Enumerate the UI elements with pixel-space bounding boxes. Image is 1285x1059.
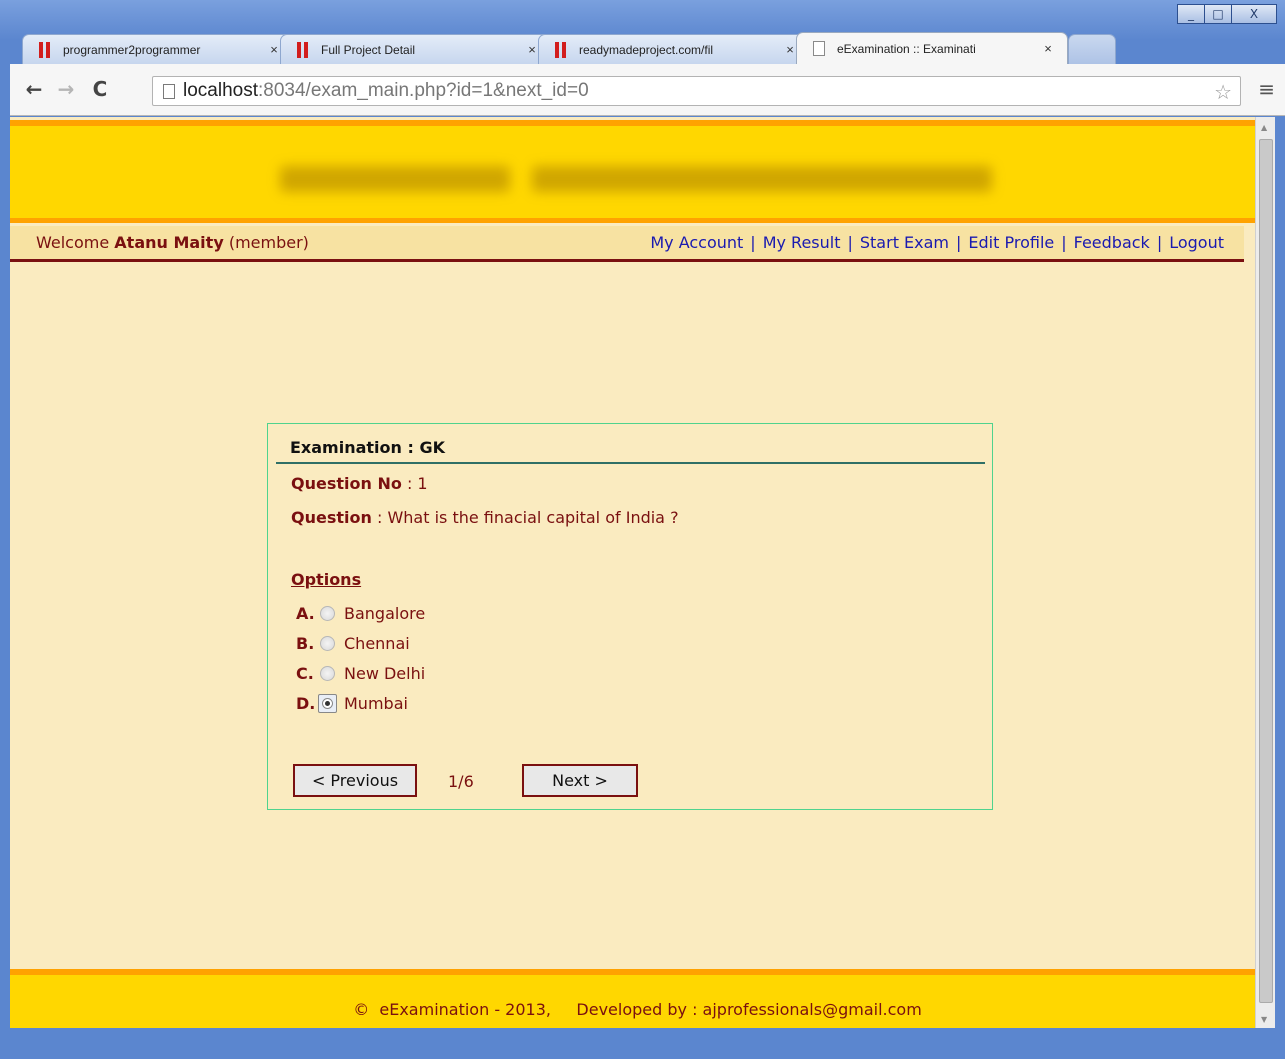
option-d[interactable]: D. Mumbai: [296, 692, 408, 714]
option-letter: A.: [296, 603, 315, 623]
option-text: Mumbai: [344, 693, 408, 713]
question: Question : What is the finacial capital …: [291, 508, 679, 527]
option-text: Chennai: [344, 633, 410, 653]
nav-link-my-account[interactable]: My Account: [650, 233, 743, 252]
exam-title: Examination : GK: [290, 438, 445, 457]
question-number: Question No : 1: [291, 474, 428, 493]
minimize-button[interactable]: _: [1177, 4, 1205, 24]
user-name: Atanu Maity: [114, 233, 224, 252]
option-radio[interactable]: [320, 635, 335, 651]
exam-panel: Examination : GK Question No : 1 Questio…: [267, 423, 993, 810]
option-radio[interactable]: [320, 665, 335, 681]
nav-link-edit-profile[interactable]: Edit Profile: [968, 233, 1054, 252]
user-role: (member): [228, 233, 309, 252]
nav-separator: |: [750, 233, 756, 252]
member-navbar: Welcome Atanu Maity (member) My Account …: [10, 226, 1244, 262]
question-no-value: : 1: [406, 474, 428, 493]
browser-window: _ □ X programmer2programmer × Full Proje…: [0, 0, 1285, 1059]
option-b[interactable]: B. Chennai: [296, 632, 410, 654]
option-a[interactable]: A. Bangalore: [296, 602, 425, 624]
red-bars-icon: [297, 41, 313, 58]
close-tab-icon[interactable]: ×: [525, 42, 539, 57]
scrollbar-thumb[interactable]: [1259, 139, 1273, 1003]
new-tab-button[interactable]: [1068, 34, 1116, 64]
window-frame-bottom: [10, 1028, 1275, 1059]
menu-icon[interactable]: ≡: [1258, 77, 1275, 101]
red-bars-icon: [555, 41, 571, 58]
tab-readymadeproject[interactable]: readymadeproject.com/fil ×: [538, 34, 810, 64]
question-counter: 1/6: [448, 772, 474, 791]
close-tab-icon[interactable]: ×: [783, 42, 797, 57]
bookmark-star-icon[interactable]: ☆: [1214, 80, 1232, 104]
tab-title: eExamination :: Examinati: [837, 41, 976, 56]
tab-eexamination[interactable]: eExamination :: Examinati ×: [796, 32, 1068, 64]
nav-separator: |: [847, 233, 853, 252]
welcome-prefix: Welcome: [36, 233, 110, 252]
option-text: New Delhi: [344, 663, 426, 683]
reload-icon[interactable]: C: [88, 76, 112, 102]
option-text: Bangalore: [344, 603, 426, 623]
red-bars-icon: [39, 41, 55, 58]
option-letter: C.: [296, 663, 314, 683]
option-letter: D.: [296, 693, 316, 713]
nav-separator: |: [1061, 233, 1067, 252]
back-arrow-icon[interactable]: ←: [22, 76, 46, 102]
browser-toolbar: ← → C localhost:8034/exam_main.php?id=1&…: [10, 64, 1285, 116]
question-label: Question: [291, 508, 372, 527]
tab-strip: programmer2programmer × Full Project Det…: [22, 32, 1116, 64]
page-viewport: Welcome Atanu Maity (member) My Account …: [10, 117, 1265, 1028]
address-bar[interactable]: localhost:8034/exam_main.php?id=1&next_i…: [152, 76, 1241, 106]
page-icon: [163, 83, 175, 99]
close-tab-icon[interactable]: ×: [1041, 41, 1055, 56]
divider: [276, 462, 985, 464]
footer-text: © eExamination - 2013, Developed by : aj…: [353, 1000, 922, 1019]
tab-programmer2programmer[interactable]: programmer2programmer ×: [22, 34, 294, 64]
scroll-down-icon[interactable]: ▼: [1261, 1015, 1267, 1024]
nav-links: My Account | My Result | Start Exam | Ed…: [650, 233, 1224, 252]
vertical-scrollbar[interactable]: ▲ ▼: [1255, 117, 1275, 1028]
welcome-text: Welcome Atanu Maity (member): [36, 233, 309, 252]
site-footer: © eExamination - 2013, Developed by : aj…: [10, 969, 1265, 1028]
option-radio-selected[interactable]: [318, 693, 337, 713]
option-c[interactable]: C. New Delhi: [296, 662, 425, 684]
previous-button[interactable]: < Previous: [293, 764, 417, 797]
nav-link-feedback[interactable]: Feedback: [1074, 233, 1150, 252]
option-letter: B.: [296, 633, 315, 653]
nav-link-my-result[interactable]: My Result: [763, 233, 841, 252]
next-button[interactable]: Next >: [522, 764, 638, 797]
tab-title: programmer2programmer: [63, 42, 201, 57]
options-heading: Options: [291, 570, 362, 589]
url-text: localhost:8034/exam_main.php?id=1&next_i…: [183, 80, 589, 102]
page-icon: [813, 40, 829, 57]
maximize-button[interactable]: □: [1204, 4, 1232, 24]
blurred-logo: [280, 160, 1000, 198]
question-no-label: Question No: [291, 474, 402, 493]
tab-title: Full Project Detail: [321, 42, 416, 57]
close-window-button[interactable]: X: [1231, 4, 1277, 24]
question-text: : What is the finacial capital of India …: [376, 508, 679, 527]
window-controls: _ □ X: [1177, 4, 1277, 24]
url-host: localhost: [183, 80, 258, 101]
scroll-up-icon[interactable]: ▲: [1261, 123, 1267, 132]
option-radio[interactable]: [320, 605, 335, 621]
tab-title: readymadeproject.com/fil: [579, 42, 714, 57]
tab-full-project-detail[interactable]: Full Project Detail ×: [280, 34, 552, 64]
url-path: :8034/exam_main.php?id=1&next_id=0: [258, 80, 589, 101]
nav-link-start-exam[interactable]: Start Exam: [860, 233, 949, 252]
nav-separator: |: [956, 233, 962, 252]
nav-separator: |: [1156, 233, 1163, 252]
nav-link-logout[interactable]: Logout: [1169, 233, 1224, 252]
close-tab-icon[interactable]: ×: [267, 42, 281, 57]
forward-arrow-icon[interactable]: →: [54, 76, 78, 102]
site-header: [10, 120, 1265, 223]
